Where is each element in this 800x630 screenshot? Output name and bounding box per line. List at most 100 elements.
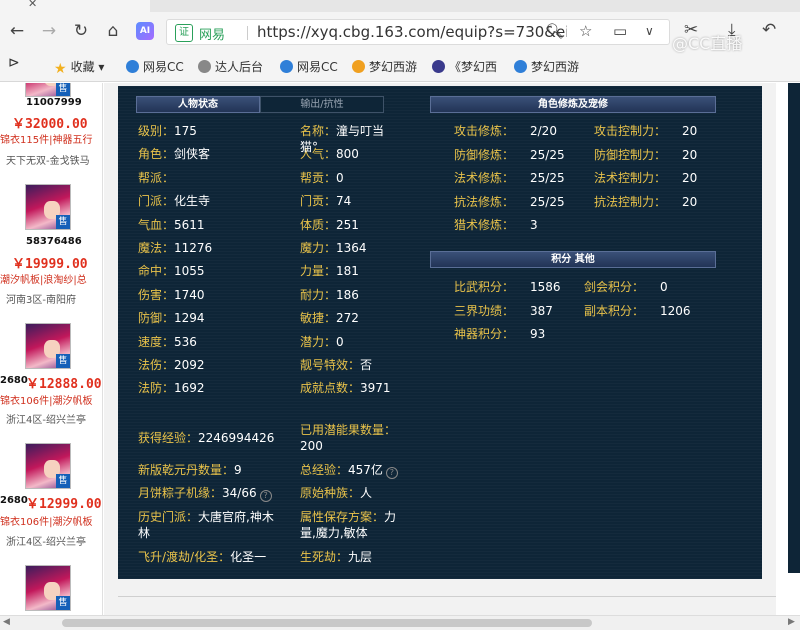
listing-server: 浙江4区-绍兴兰亭	[6, 537, 86, 548]
score-row: 神器积分： 93	[454, 326, 545, 342]
stat-value: 1740	[174, 287, 205, 302]
scroll-right-icon[interactable]: ▶	[788, 617, 795, 627]
stat-row: 攻击修炼： 2/20	[454, 123, 557, 139]
tab-character-status[interactable]: 人物状态	[136, 96, 260, 113]
stat-value: 1364	[336, 241, 367, 255]
stat-label: 速度：	[138, 334, 175, 349]
stat-row: 防御：1294	[138, 310, 205, 326]
undo-icon[interactable]: ↶	[762, 20, 776, 40]
stat-value: 1692	[174, 381, 205, 396]
url-text[interactable]: https://xyq.cbg.163.com/equip?s=730&ei	[257, 23, 567, 41]
listing-tags[interactable]: 锦衣115件|神器五行	[0, 131, 92, 146]
listing-tags[interactable]: 锦衣106件|潮汐帆板	[0, 513, 92, 528]
horizontal-scrollbar[interactable]: ◀ ▶	[0, 615, 800, 630]
listing-price[interactable]: ￥12999.00	[26, 493, 102, 512]
stat-row: 魔法：11276	[138, 240, 212, 256]
stat-life-death: 生死劫：九层	[300, 550, 373, 564]
listing-tags[interactable]: 潮汐帆板|浪淘纱|总	[0, 271, 87, 286]
help-icon[interactable]: ?	[259, 490, 272, 502]
stat-label: 攻击控制力：	[594, 124, 667, 138]
character-avatar[interactable]: 售	[25, 565, 71, 611]
bookmark-item[interactable]: 《梦幻西	[432, 58, 497, 75]
stat-label: 力量：	[300, 264, 337, 279]
stat-value: 272	[336, 311, 359, 326]
tab-strip: ✕	[0, 0, 800, 12]
listing-price[interactable]: ￥19999.00	[12, 253, 88, 272]
stat-row: 法伤：2092	[138, 357, 205, 373]
cc-icon	[126, 60, 139, 73]
close-tab-icon[interactable]: ✕	[28, 0, 37, 10]
forward-icon[interactable]: →	[38, 20, 60, 42]
stat-ascension: 飞升/渡劫/化圣：化圣一	[138, 550, 267, 564]
listing-server: 河南3区-南阳府	[6, 295, 76, 306]
stat-label: 抗法修炼：	[454, 194, 515, 209]
stat-attr-plan: 属性保存方案：力	[300, 510, 397, 524]
stat-row: 法术控制力： 20	[594, 170, 697, 186]
ai-button[interactable]: AI	[136, 22, 154, 40]
bookmark-item[interactable]: 梦幻西游	[352, 58, 417, 75]
search-icon[interactable]: 🔍︎	[545, 22, 564, 40]
stat-potential: 已用潜能果数量：	[300, 423, 397, 437]
address-bar[interactable]: 证 网易 https://xyq.cbg.163.com/equip?s=730…	[166, 19, 670, 45]
character-avatar[interactable]: 售	[25, 443, 71, 489]
stat-row: 潜力：0	[300, 334, 344, 350]
verified-label: 网易	[199, 28, 226, 43]
listing-server: 天下无双-金戈铁马	[6, 156, 90, 167]
home-icon[interactable]: ⌂	[102, 20, 124, 42]
stat-row: 角色：剑侠客	[138, 146, 210, 162]
listing-id: 11007999	[26, 97, 82, 108]
character-avatar[interactable]: 售	[25, 323, 71, 369]
stat-row: 命中：1055	[138, 263, 205, 279]
stat-value: 25/25	[530, 147, 565, 162]
listing-price[interactable]: ￥12888.00	[26, 373, 102, 392]
stat-row: 名称：潼与叮当	[300, 123, 384, 139]
bookmark-item[interactable]: 梦幻西游	[514, 58, 579, 75]
stat-value: 251	[336, 217, 359, 232]
stat-label: 门派：	[138, 194, 175, 209]
reload-icon[interactable]: ↻	[70, 20, 92, 42]
character-avatar[interactable]: 售	[25, 83, 71, 97]
listing-price[interactable]: ￥32000.00	[12, 113, 88, 132]
cultivation-header: 角色修炼及宠修	[430, 96, 716, 113]
stat-row: 法术修炼： 25/25	[454, 170, 565, 186]
stat-label: 魔力：	[300, 241, 337, 255]
tab-active[interactable]: ✕	[0, 0, 150, 12]
bookmark-item[interactable]: 网易CC	[126, 58, 184, 75]
stat-label: 气血：	[138, 217, 175, 232]
stat-label: 法伤：	[138, 358, 175, 372]
character-stats-panel: 人物状态 输出/抗性 角色修炼及宠修 级别：175 角色：剑侠客 帮派： 门派：化生寺…	[118, 86, 762, 579]
bookmark-item[interactable]: 网易CC	[280, 58, 338, 75]
stat-value: 536	[174, 334, 197, 349]
help-icon[interactable]: ?	[385, 467, 398, 479]
stat-value: 2092	[174, 358, 205, 372]
stat-label: 靓号特效：	[300, 358, 361, 372]
stat-value: 20	[682, 171, 698, 185]
stat-value: 25/25	[530, 171, 565, 185]
stat-total-exp: 总经验：457亿?	[300, 462, 398, 479]
listing-id: 2680	[0, 375, 28, 386]
bookmark-collect[interactable]: ★ 收藏 ▾	[54, 58, 104, 77]
sidebar-toggle-icon[interactable]: ⊳	[8, 55, 20, 71]
listing-tags[interactable]: 锦衣106件|潮汐帆板	[0, 392, 92, 407]
bookmark-item[interactable]: 达人后台	[198, 58, 263, 75]
watermark: @CC直播	[672, 34, 743, 53]
stat-row: 攻击控制力： 20	[594, 123, 697, 139]
character-avatar[interactable]: 售	[25, 184, 71, 230]
stat-qianyuan: 新版乾元丹数量：9	[138, 463, 242, 477]
score-row: 三界功绩： 387	[454, 303, 553, 319]
stat-value: 181	[336, 264, 359, 279]
stat-label: 角色：	[138, 147, 175, 162]
stat-value: 3	[530, 218, 538, 232]
stat-row: 猎术修炼： 3	[454, 217, 538, 233]
stat-row: 防御修炼： 25/25	[454, 147, 565, 163]
scrollbar-thumb[interactable]	[62, 619, 592, 627]
chevron-down-icon[interactable]: ∨	[645, 24, 654, 38]
tab-output-resist[interactable]: 输出/抗性	[260, 96, 384, 113]
stat-row: 帮贡：0	[300, 170, 344, 186]
star-icon[interactable]: ☆	[579, 22, 592, 40]
back-icon[interactable]: ←	[6, 20, 28, 42]
cc-icon	[280, 60, 293, 73]
collections-icon[interactable]: ▭	[613, 22, 627, 40]
stat-label: 防御控制力：	[594, 147, 667, 162]
scroll-left-icon[interactable]: ◀	[3, 617, 10, 627]
